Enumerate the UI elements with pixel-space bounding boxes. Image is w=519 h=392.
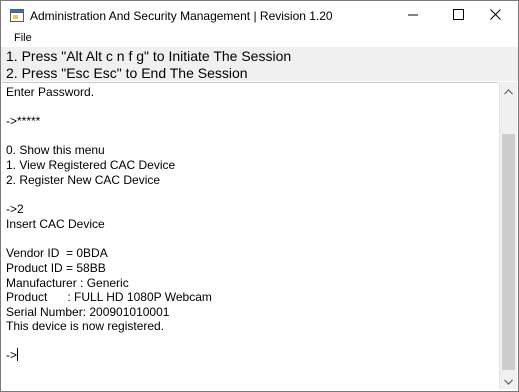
instruction-panel: 1. Press "Alt Alt c n f g" to Initiate T… [1, 47, 518, 81]
console-line: Product : FULL HD 1080P Webcam [6, 290, 212, 304]
console-prompt-line[interactable]: -> [6, 348, 19, 362]
window-title: Administration And Security Management |… [30, 9, 333, 23]
console-line: Enter Password. [6, 85, 95, 99]
instruction-initiate-session: 1. Press "Alt Alt c n f g" to Initiate T… [6, 48, 292, 64]
console-prompt: -> [6, 348, 18, 362]
menu-bar: File [1, 31, 518, 47]
minimize-icon [408, 7, 419, 25]
instruction-end-session: 2. Press "Esc Esc" to End The Session [6, 65, 248, 81]
console-line: This device is now registered. [6, 319, 165, 333]
close-button[interactable] [473, 1, 518, 31]
chevron-up-icon [504, 82, 513, 100]
console-line: Insert CAC Device [6, 217, 105, 231]
menu-file[interactable]: File [14, 32, 32, 44]
close-icon [490, 7, 501, 25]
console-line: ->2 [6, 202, 24, 216]
console-line: Manufacturer : Generic [6, 276, 129, 290]
app-window: Administration And Security Management |… [0, 0, 519, 392]
scroll-up-button[interactable] [500, 82, 517, 99]
console-line: 0. Show this menu [6, 143, 105, 157]
console-line: 1. View Registered CAC Device [6, 158, 176, 172]
minimize-button[interactable] [391, 1, 436, 31]
app-window-icon[interactable] [10, 9, 24, 22]
console-output[interactable]: Enter Password. ->***** 0. Show this men… [2, 82, 498, 391]
vertical-scrollbar[interactable] [499, 82, 517, 389]
scrollbar-thumb[interactable] [502, 134, 515, 370]
console-line: Serial Number: 200901010001 [6, 305, 170, 319]
console-line: Product ID = 58BB [6, 261, 106, 275]
title-bar[interactable]: Administration And Security Management |… [1, 1, 518, 31]
console-line: Vendor ID = 0BDA [6, 246, 108, 260]
maximize-icon [453, 7, 464, 25]
console-line: 2. Register New CAC Device [6, 173, 161, 187]
scroll-down-button[interactable] [500, 372, 517, 389]
text-caret [17, 348, 19, 361]
console-line: ->***** [6, 114, 41, 128]
chevron-down-icon [504, 372, 513, 390]
